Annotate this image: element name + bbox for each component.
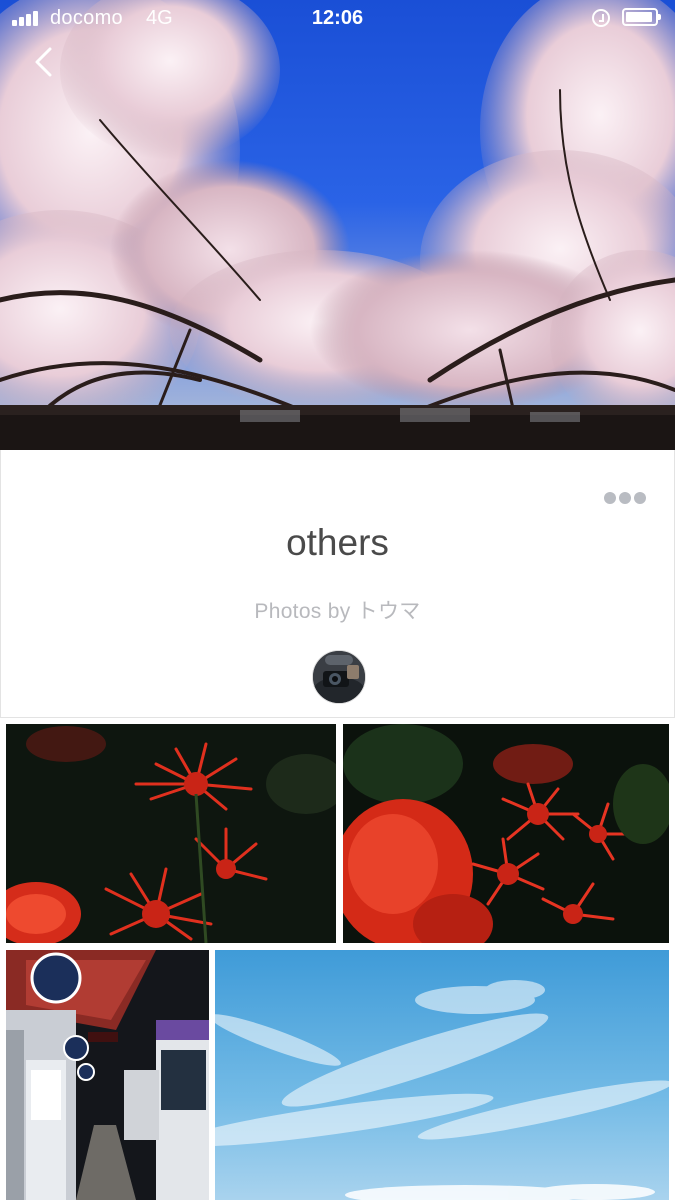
album-title: others <box>286 522 389 563</box>
status-bar: docomo 4G 12:06 <box>0 0 675 38</box>
cover-photo <box>0 0 675 450</box>
photo-thumbnail[interactable] <box>215 950 669 1200</box>
photo-thumbnail[interactable] <box>6 950 209 1200</box>
chevron-left-icon <box>35 47 52 77</box>
album-byline: Photos by トウマ <box>254 600 421 623</box>
more-horizontal-icon <box>604 492 616 504</box>
blue-sky-image <box>215 950 669 1200</box>
album-info-card: others Photos by トウマ <box>0 450 675 718</box>
bus-terminal-image <box>6 950 209 1200</box>
photo-thumbnail[interactable] <box>343 724 669 943</box>
red-spider-lily-image <box>6 724 336 943</box>
orientation-lock-icon <box>592 9 610 27</box>
red-spider-lily-image <box>343 724 669 943</box>
more-options-button[interactable] <box>604 490 646 506</box>
cherry-blossom-image <box>0 0 675 450</box>
author-avatar[interactable] <box>312 650 366 704</box>
back-button[interactable] <box>28 44 64 80</box>
status-time: 12:06 <box>311 7 364 29</box>
photo-thumbnail[interactable] <box>6 724 336 943</box>
battery-icon <box>622 8 661 26</box>
avatar-image <box>313 651 365 703</box>
